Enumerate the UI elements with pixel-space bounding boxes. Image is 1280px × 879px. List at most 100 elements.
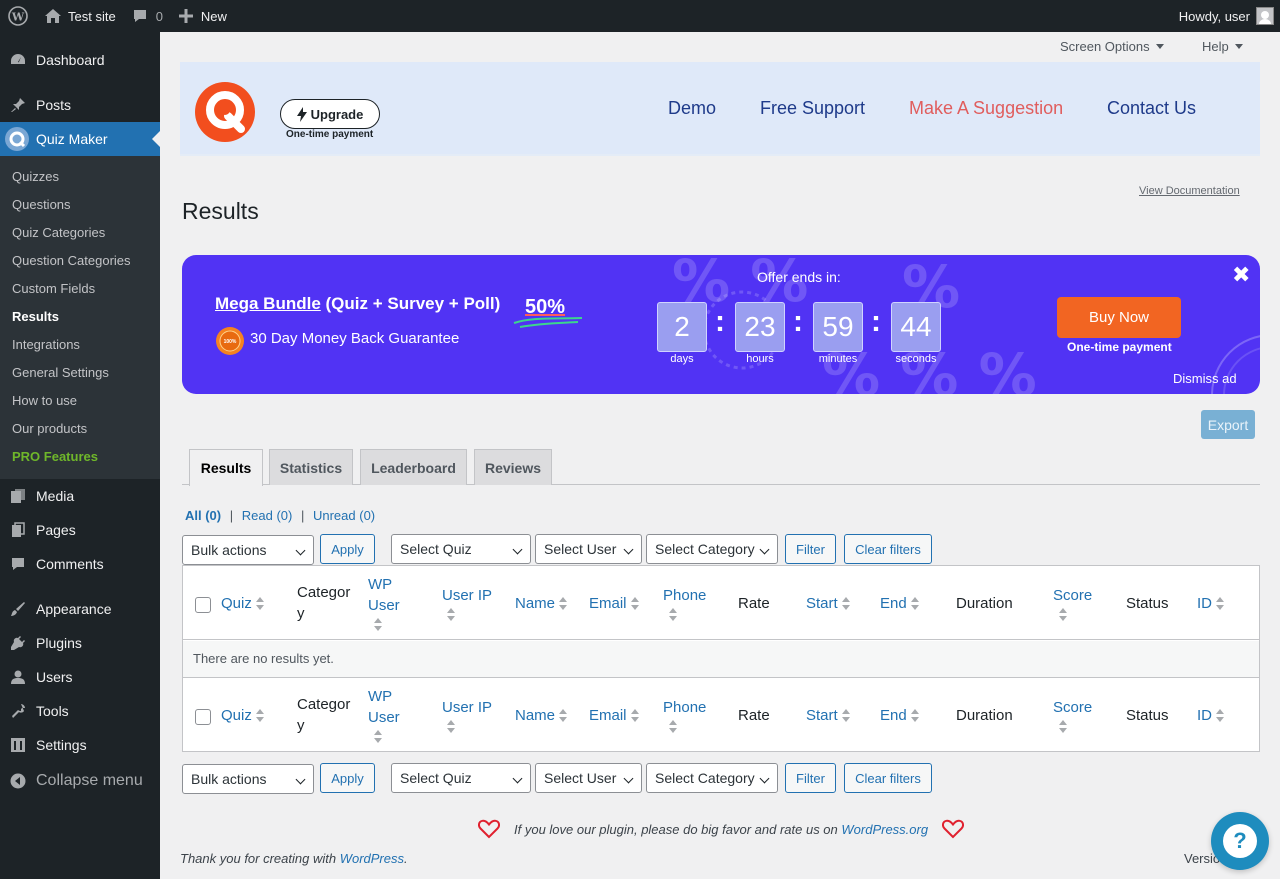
column-label: WP <box>368 576 393 593</box>
submenu-questions[interactable]: Questions <box>0 191 160 219</box>
select-quiz-top[interactable]: Select Quiz <box>391 534 531 564</box>
column-id[interactable]: ID <box>1197 593 1224 614</box>
howdy-label: Howdy, user <box>1178 8 1250 24</box>
wordpress-link[interactable]: WordPress <box>340 851 404 866</box>
contact-us-link[interactable]: Contact Us <box>1107 98 1196 119</box>
heart-icon <box>478 819 500 839</box>
apply-button-bottom[interactable]: Apply <box>320 763 375 793</box>
tab-reviews[interactable]: Reviews <box>474 449 552 485</box>
column-phone[interactable]: Phone <box>663 697 706 734</box>
view-all-link[interactable]: All (0) <box>185 508 221 523</box>
column-quiz[interactable]: Quiz <box>221 593 264 614</box>
bulk-actions-select-bottom[interactable]: Bulk actions <box>182 764 314 794</box>
menu-item-tools[interactable]: Tools <box>0 694 160 728</box>
submenu-integrations[interactable]: Integrations <box>0 331 160 359</box>
menu-item-dashboard[interactable]: Dashboard <box>0 43 160 77</box>
clear-filters-button-top[interactable]: Clear filters <box>844 534 932 564</box>
column-name[interactable]: Name <box>515 705 568 726</box>
select-category-bottom[interactable]: Select Category <box>646 763 778 793</box>
view-documentation-link[interactable]: View Documentation <box>1139 185 1240 197</box>
quiz-maker-logo-icon[interactable] <box>195 82 255 142</box>
submenu-quiz-categories[interactable]: Quiz Categories <box>0 219 160 247</box>
column-start[interactable]: Start <box>806 593 850 614</box>
submenu-results[interactable]: Results <box>0 303 160 331</box>
tab-statistics[interactable]: Statistics <box>269 449 353 485</box>
select-quiz-bottom[interactable]: Select Quiz <box>391 763 531 793</box>
sort-icon <box>447 608 455 622</box>
mega-bundle-link[interactable]: Mega Bundle <box>215 294 321 313</box>
my-account[interactable]: Howdy, user <box>1179 0 1280 32</box>
column-end[interactable]: End <box>880 705 919 726</box>
view-unread-link[interactable]: Unread (0) <box>313 508 375 523</box>
clear-filters-button-bottom[interactable]: Clear filters <box>844 763 932 793</box>
lightning-icon <box>296 106 307 122</box>
bulk-actions-select-top[interactable]: Bulk actions <box>182 535 314 565</box>
column-label: User <box>368 597 400 614</box>
select-user-bottom[interactable]: Select User <box>535 763 642 793</box>
column-user-ip[interactable]: User IP <box>442 697 492 734</box>
menu-item-media[interactable]: Media <box>0 479 160 513</box>
submenu-our-products[interactable]: Our products <box>0 415 160 443</box>
new-content-link[interactable]: New <box>171 0 235 32</box>
demo-link[interactable]: Demo <box>668 98 716 119</box>
column-wp-user[interactable]: WP User <box>368 574 400 632</box>
submenu-how-to-use[interactable]: How to use <box>0 387 160 415</box>
menu-item-comments[interactable]: Comments <box>0 547 160 581</box>
submenu-pro-features[interactable]: PRO Features <box>0 443 160 471</box>
menu-item-plugins[interactable]: Plugins <box>0 626 160 660</box>
buy-now-button[interactable]: Buy Now <box>1057 297 1181 338</box>
menu-item-appearance[interactable]: Appearance <box>0 592 160 626</box>
column-email[interactable]: Email <box>589 705 639 726</box>
site-name-link[interactable]: Test site <box>36 0 124 32</box>
select-category-top[interactable]: Select Category <box>646 534 778 564</box>
help-chat-button[interactable]: ? <box>1211 812 1269 870</box>
column-name[interactable]: Name <box>515 593 568 614</box>
submenu-quizzes[interactable]: Quizzes <box>0 163 160 191</box>
make-a-suggestion-link[interactable]: Make A Suggestion <box>909 98 1063 119</box>
filter-button-top[interactable]: Filter <box>785 534 836 564</box>
chevron-down-icon <box>759 544 770 555</box>
column-score[interactable]: Score <box>1053 585 1092 622</box>
dismiss-ad-link[interactable]: Dismiss ad <box>1173 371 1237 386</box>
collapse-menu-button[interactable]: Collapse menu <box>0 764 160 798</box>
apply-button-top[interactable]: Apply <box>320 534 375 564</box>
upgrade-button[interactable]: Upgrade <box>280 99 380 129</box>
tab-results[interactable]: Results <box>189 449 263 486</box>
menu-item-settings[interactable]: Settings <box>0 728 160 762</box>
tab-leaderboard[interactable]: Leaderboard <box>360 449 467 485</box>
submenu-custom-fields[interactable]: Custom Fields <box>0 275 160 303</box>
main-content: Screen Options Help Upgrade One-time pay… <box>160 32 1280 879</box>
column-end[interactable]: End <box>880 593 919 614</box>
column-id[interactable]: ID <box>1197 705 1224 726</box>
column-email[interactable]: Email <box>589 593 639 614</box>
menu-item-pages[interactable]: Pages <box>0 513 160 547</box>
menu-item-quiz-maker[interactable]: Quiz Maker <box>0 122 160 156</box>
column-score[interactable]: Score <box>1053 697 1092 734</box>
export-button[interactable]: Export <box>1201 410 1255 439</box>
select-all-checkbox[interactable] <box>195 709 211 725</box>
close-icon[interactable]: ✖ <box>1232 262 1250 288</box>
sort-icon <box>1216 597 1224 611</box>
filter-button-bottom[interactable]: Filter <box>785 763 836 793</box>
column-wp-user[interactable]: WP User <box>368 686 400 744</box>
help-toggle[interactable]: Help <box>1202 39 1243 54</box>
screen-options-toggle[interactable]: Screen Options <box>1060 39 1164 54</box>
free-support-link[interactable]: Free Support <box>760 98 865 119</box>
select-user-top[interactable]: Select User <box>535 534 642 564</box>
upgrade-note: One-time payment <box>286 129 374 140</box>
menu-item-users[interactable]: Users <box>0 660 160 694</box>
select-quiz-label: Select Quiz <box>400 541 472 557</box>
comments-link[interactable]: 0 <box>124 0 171 32</box>
column-phone[interactable]: Phone <box>663 585 706 622</box>
column-quiz[interactable]: Quiz <box>221 705 264 726</box>
select-all-checkbox[interactable] <box>195 597 211 613</box>
submenu-general-settings[interactable]: General Settings <box>0 359 160 387</box>
wordpress-logo-icon[interactable]: W <box>0 0 36 32</box>
view-read-link[interactable]: Read (0) <box>242 508 293 523</box>
menu-item-posts[interactable]: Posts <box>0 88 160 122</box>
select-category-label: Select Category <box>655 770 755 786</box>
column-start[interactable]: Start <box>806 705 850 726</box>
submenu-question-categories[interactable]: Question Categories <box>0 247 160 275</box>
column-user-ip[interactable]: User IP <box>442 585 492 622</box>
wordpress-org-link[interactable]: WordPress.org <box>841 822 928 837</box>
